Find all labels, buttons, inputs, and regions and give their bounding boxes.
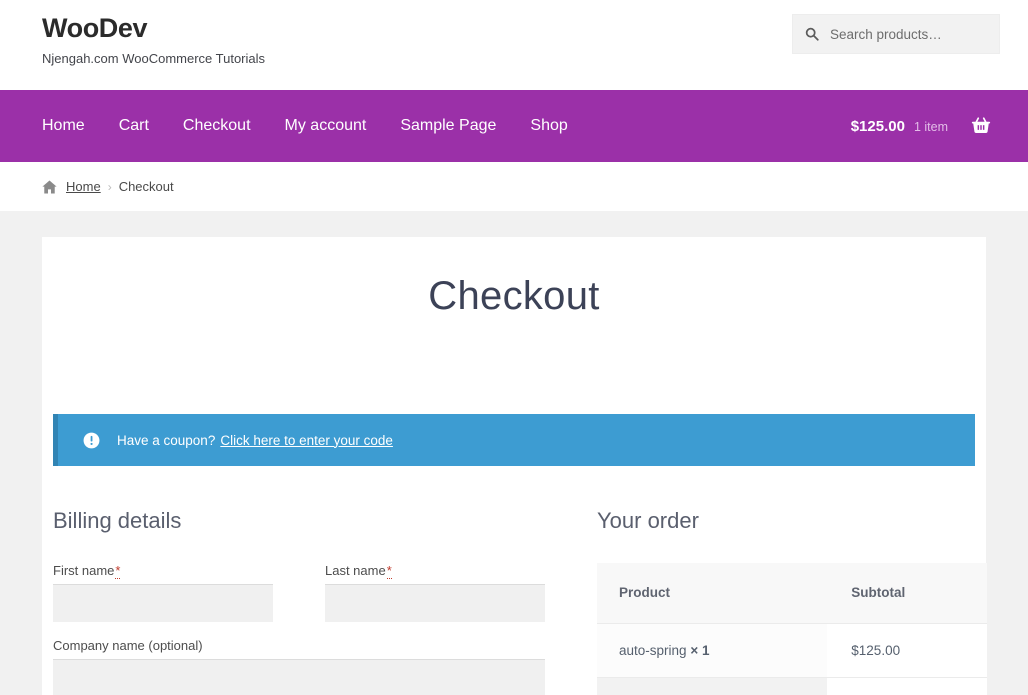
- order-table-head: Product Subtotal: [597, 563, 987, 624]
- order-review-table: Product Subtotal auto-spring × 1 $125.00: [597, 563, 987, 695]
- last-name-input[interactable]: [325, 583, 545, 622]
- breadcrumb-link-home[interactable]: Home: [66, 179, 101, 194]
- nav-item-shop[interactable]: Shop: [530, 114, 567, 138]
- order-subtotal-value: $125.00: [827, 677, 987, 695]
- coupon-notice-text: Have a coupon?: [117, 432, 216, 448]
- last-name-label-text: Last name: [325, 563, 386, 579]
- nav-link-home[interactable]: Home: [42, 114, 85, 138]
- first-name-required-marker: *: [115, 563, 121, 580]
- nav-link-cart[interactable]: Cart: [119, 114, 149, 138]
- cart-summary: $125.00 1 item: [851, 118, 948, 135]
- column-header-product: Product: [597, 563, 828, 624]
- checkout-inner: Have a coupon? Click here to enter your …: [42, 414, 987, 695]
- shopping-basket-icon[interactable]: [970, 115, 992, 137]
- nav-list: Home Cart Checkout My account Sample Pag…: [0, 114, 602, 138]
- order-item-product: auto-spring: [619, 643, 687, 659]
- nav-link-my-account[interactable]: My account: [285, 114, 367, 138]
- product-search-form[interactable]: [792, 14, 1000, 54]
- nav-item-my-account[interactable]: My account: [285, 114, 367, 138]
- table-row: Subtotal $125.00: [597, 677, 987, 695]
- breadcrumb-separator: ›: [107, 179, 112, 194]
- order-item-subtotal: $125.00: [827, 623, 987, 678]
- your-order-section: Your order Product Subtotal auto-spring …: [597, 508, 987, 695]
- search-input[interactable]: [828, 25, 987, 43]
- home-icon: [42, 180, 57, 194]
- first-name-label: First name*: [53, 563, 273, 580]
- your-order-heading: Your order: [597, 508, 699, 533]
- name-fields-row: First name* Last name*: [53, 563, 545, 622]
- breadcrumb-current: Checkout: [118, 179, 174, 194]
- cart-contents[interactable]: $125.00 1 item: [851, 90, 1006, 162]
- last-name-field: Last name*: [325, 563, 545, 622]
- cart-total-amount: $125.00: [850, 117, 905, 135]
- site-header: WooDev Njengah.com WooCommerce Tutorials: [0, 0, 1028, 90]
- nav-item-checkout[interactable]: Checkout: [183, 114, 251, 138]
- nav-item-sample-page[interactable]: Sample Page: [400, 114, 496, 138]
- site-branding: WooDev Njengah.com WooCommerce Tutorials: [42, 13, 266, 66]
- last-name-label: Last name*: [325, 563, 545, 580]
- first-name-label-text: First name: [53, 563, 115, 579]
- nav-item-cart[interactable]: Cart: [119, 114, 149, 138]
- order-item-name: auto-spring × 1: [597, 623, 828, 678]
- nav-link-shop[interactable]: Shop: [530, 114, 567, 138]
- billing-details-heading: Billing details: [53, 508, 182, 533]
- nav-link-sample-page[interactable]: Sample Page: [400, 114, 496, 138]
- first-name-field: First name*: [53, 563, 273, 622]
- checkout-columns: Billing details First name* Last name* C…: [53, 508, 987, 695]
- site-title[interactable]: WooDev: [42, 13, 265, 44]
- content-area: Checkout Have a coupon? Click here to en…: [0, 211, 1028, 695]
- search-icon: [805, 27, 819, 41]
- company-name-label: Company name (optional): [53, 637, 203, 653]
- order-subtotal-label: Subtotal: [597, 677, 828, 695]
- page-title: Checkout: [428, 274, 600, 318]
- company-name-input[interactable]: [53, 658, 545, 695]
- order-item-quantity: × 1: [690, 643, 710, 659]
- order-table-body: auto-spring × 1 $125.00 Subtotal $125.00: [597, 623, 987, 695]
- site-description: Njengah.com WooCommerce Tutorials: [42, 50, 266, 66]
- order-table-header-row: Product Subtotal: [597, 563, 987, 624]
- coupon-notice: Have a coupon? Click here to enter your …: [53, 414, 975, 466]
- last-name-required-marker: *: [386, 563, 392, 580]
- table-row: auto-spring × 1 $125.00: [597, 623, 987, 678]
- nav-item-home[interactable]: Home: [42, 114, 85, 138]
- page-root: WooDev Njengah.com WooCommerce Tutorials…: [0, 0, 1028, 695]
- breadcrumb: Home › Checkout: [0, 162, 1028, 211]
- content-card: Checkout Have a coupon? Click here to en…: [42, 237, 987, 695]
- cart-item-count: 1 item: [913, 119, 948, 134]
- nav-link-checkout[interactable]: Checkout: [183, 114, 251, 138]
- show-coupon-form-link[interactable]: Click here to enter your code: [220, 433, 393, 448]
- billing-details-section: Billing details First name* Last name* C…: [53, 508, 545, 695]
- primary-navigation: Home Cart Checkout My account Sample Pag…: [0, 90, 1028, 162]
- first-name-input[interactable]: [53, 583, 273, 622]
- info-icon: [83, 432, 100, 449]
- column-header-subtotal: Subtotal: [827, 563, 987, 624]
- company-name-field: Company name (optional): [53, 638, 545, 695]
